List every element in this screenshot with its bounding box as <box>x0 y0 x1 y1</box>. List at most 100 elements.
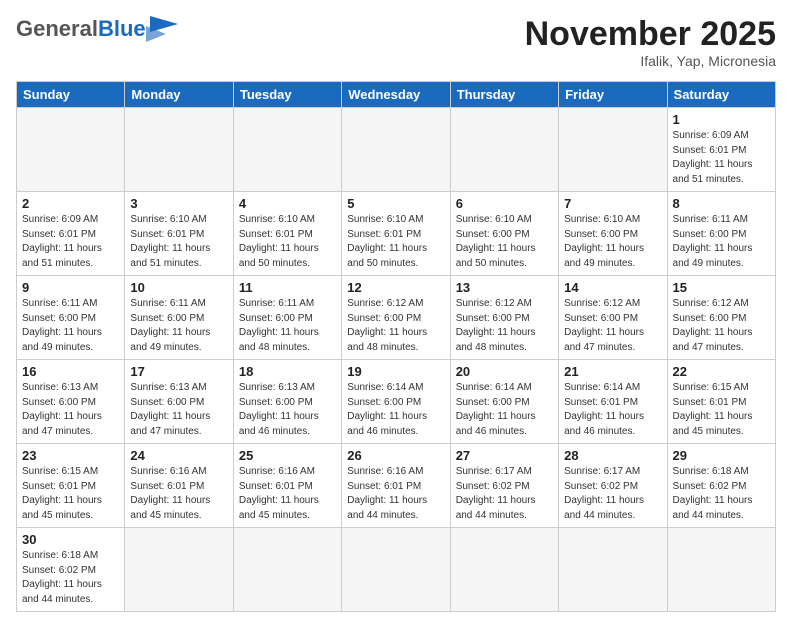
calendar-cell <box>667 528 775 612</box>
day-info: Sunrise: 6:17 AM Sunset: 6:02 PM Dayligh… <box>564 465 661 523</box>
day-header-wednesday: Wednesday <box>342 82 450 108</box>
location-subtitle: Ifalik, Yap, Micronesia <box>525 53 776 69</box>
calendar-cell: 28 Sunrise: 6:17 AM Sunset: 6:02 PM Dayli… <box>559 444 667 528</box>
calendar-cell: 7 Sunrise: 6:10 AM Sunset: 6:00 PM Daylig… <box>559 192 667 276</box>
calendar-cell: 26 Sunrise: 6:16 AM Sunset: 6:01 PM Dayli… <box>342 444 450 528</box>
calendar-week-row: 2Sunrise: 6:09 AM Sunset: 6:01 PM Daylig… <box>17 192 776 276</box>
day-info: Sunrise: 6:18 AM Sunset: 6:02 PM Dayligh… <box>673 465 770 523</box>
day-number: 27 <box>456 448 553 463</box>
day-info: Sunrise: 6:13 AM Sunset: 6:00 PM Dayligh… <box>130 381 227 439</box>
day-number: 3 <box>130 196 227 211</box>
day-number: 30 <box>22 532 119 547</box>
calendar-cell: 13 Sunrise: 6:12 AM Sunset: 6:00 PM Dayli… <box>450 276 558 360</box>
logo-general-text: General <box>16 16 98 42</box>
calendar-cell: 10 Sunrise: 6:11 AM Sunset: 6:00 PM Dayli… <box>125 276 233 360</box>
day-number: 20 <box>456 364 553 379</box>
day-info: Sunrise: 6:15 AM Sunset: 6:01 PM Dayligh… <box>22 465 119 523</box>
day-info: Sunrise: 6:10 AM Sunset: 6:00 PM Dayligh… <box>564 213 661 271</box>
day-number: 17 <box>130 364 227 379</box>
logo-blue-text: Blue <box>98 16 146 42</box>
day-number: 6 <box>456 196 553 211</box>
day-number: 14 <box>564 280 661 295</box>
day-info: Sunrise: 6:14 AM Sunset: 6:00 PM Dayligh… <box>456 381 553 439</box>
calendar-cell: 20 Sunrise: 6:14 AM Sunset: 6:00 PM Dayli… <box>450 360 558 444</box>
day-info: Sunrise: 6:11 AM Sunset: 6:00 PM Dayligh… <box>239 297 336 355</box>
calendar-cell: 1Sunrise: 6:09 AM Sunset: 6:01 PM Daylig… <box>667 108 775 192</box>
day-info: Sunrise: 6:16 AM Sunset: 6:01 PM Dayligh… <box>130 465 227 523</box>
day-header-monday: Monday <box>125 82 233 108</box>
day-info: Sunrise: 6:13 AM Sunset: 6:00 PM Dayligh… <box>22 381 119 439</box>
day-number: 1 <box>673 112 770 127</box>
calendar-cell: 30Sunrise: 6:18 AM Sunset: 6:02 PM Dayli… <box>17 528 125 612</box>
title-block: November 2025 Ifalik, Yap, Micronesia <box>525 16 776 69</box>
day-info: Sunrise: 6:12 AM Sunset: 6:00 PM Dayligh… <box>347 297 444 355</box>
day-number: 9 <box>22 280 119 295</box>
day-number: 10 <box>130 280 227 295</box>
calendar-cell: 5 Sunrise: 6:10 AM Sunset: 6:01 PM Daylig… <box>342 192 450 276</box>
calendar-cell: 23 Sunrise: 6:15 AM Sunset: 6:01 PM Dayli… <box>17 444 125 528</box>
calendar-table: SundayMondayTuesdayWednesdayThursdayFrid… <box>16 81 776 612</box>
calendar-cell: 21Sunrise: 6:14 AM Sunset: 6:01 PM Dayli… <box>559 360 667 444</box>
day-number: 23 <box>22 448 119 463</box>
day-number: 13 <box>456 280 553 295</box>
day-header-thursday: Thursday <box>450 82 558 108</box>
month-title: November 2025 <box>525 16 776 53</box>
day-number: 24 <box>130 448 227 463</box>
day-info: Sunrise: 6:12 AM Sunset: 6:00 PM Dayligh… <box>564 297 661 355</box>
calendar-cell <box>17 108 125 192</box>
calendar-cell <box>125 108 233 192</box>
calendar-cell: 22 Sunrise: 6:15 AM Sunset: 6:01 PM Dayli… <box>667 360 775 444</box>
day-number: 22 <box>673 364 770 379</box>
calendar-cell <box>559 528 667 612</box>
day-info: Sunrise: 6:10 AM Sunset: 6:01 PM Dayligh… <box>347 213 444 271</box>
day-info: Sunrise: 6:16 AM Sunset: 6:01 PM Dayligh… <box>347 465 444 523</box>
day-info: Sunrise: 6:14 AM Sunset: 6:00 PM Dayligh… <box>347 381 444 439</box>
logo-icon <box>146 16 178 42</box>
day-header-saturday: Saturday <box>667 82 775 108</box>
calendar-cell <box>233 108 341 192</box>
day-number: 2 <box>22 196 119 211</box>
calendar-cell: 8 Sunrise: 6:11 AM Sunset: 6:00 PM Daylig… <box>667 192 775 276</box>
day-info: Sunrise: 6:11 AM Sunset: 6:00 PM Dayligh… <box>673 213 770 271</box>
calendar-week-row: 9 Sunrise: 6:11 AM Sunset: 6:00 PM Daylig… <box>17 276 776 360</box>
day-info: Sunrise: 6:13 AM Sunset: 6:00 PM Dayligh… <box>239 381 336 439</box>
day-info: Sunrise: 6:11 AM Sunset: 6:00 PM Dayligh… <box>22 297 119 355</box>
calendar-cell <box>342 528 450 612</box>
calendar-cell: 25Sunrise: 6:16 AM Sunset: 6:01 PM Dayli… <box>233 444 341 528</box>
day-number: 8 <box>673 196 770 211</box>
day-number: 11 <box>239 280 336 295</box>
day-info: Sunrise: 6:10 AM Sunset: 6:01 PM Dayligh… <box>239 213 336 271</box>
calendar-cell: 4 Sunrise: 6:10 AM Sunset: 6:01 PM Daylig… <box>233 192 341 276</box>
calendar-cell: 6 Sunrise: 6:10 AM Sunset: 6:00 PM Daylig… <box>450 192 558 276</box>
day-info: Sunrise: 6:10 AM Sunset: 6:00 PM Dayligh… <box>456 213 553 271</box>
day-header-tuesday: Tuesday <box>233 82 341 108</box>
calendar-cell <box>342 108 450 192</box>
day-info: Sunrise: 6:10 AM Sunset: 6:01 PM Dayligh… <box>130 213 227 271</box>
calendar-cell <box>233 528 341 612</box>
day-number: 19 <box>347 364 444 379</box>
day-info: Sunrise: 6:17 AM Sunset: 6:02 PM Dayligh… <box>456 465 553 523</box>
calendar-cell: 12 Sunrise: 6:12 AM Sunset: 6:00 PM Dayli… <box>342 276 450 360</box>
day-number: 18 <box>239 364 336 379</box>
day-number: 12 <box>347 280 444 295</box>
day-info: Sunrise: 6:12 AM Sunset: 6:00 PM Dayligh… <box>673 297 770 355</box>
day-number: 26 <box>347 448 444 463</box>
calendar-cell: 18 Sunrise: 6:13 AM Sunset: 6:00 PM Dayli… <box>233 360 341 444</box>
day-number: 5 <box>347 196 444 211</box>
calendar-cell <box>125 528 233 612</box>
day-info: Sunrise: 6:15 AM Sunset: 6:01 PM Dayligh… <box>673 381 770 439</box>
day-number: 28 <box>564 448 661 463</box>
day-info: Sunrise: 6:14 AM Sunset: 6:01 PM Dayligh… <box>564 381 661 439</box>
calendar-cell: 2Sunrise: 6:09 AM Sunset: 6:01 PM Daylig… <box>17 192 125 276</box>
calendar-week-row: 16Sunrise: 6:13 AM Sunset: 6:00 PM Dayli… <box>17 360 776 444</box>
day-info: Sunrise: 6:12 AM Sunset: 6:00 PM Dayligh… <box>456 297 553 355</box>
calendar-cell: 9 Sunrise: 6:11 AM Sunset: 6:00 PM Daylig… <box>17 276 125 360</box>
calendar-cell: 14 Sunrise: 6:12 AM Sunset: 6:00 PM Dayli… <box>559 276 667 360</box>
day-number: 4 <box>239 196 336 211</box>
logo: General Blue <box>16 16 178 42</box>
calendar-week-row: 30Sunrise: 6:18 AM Sunset: 6:02 PM Dayli… <box>17 528 776 612</box>
day-number: 7 <box>564 196 661 211</box>
calendar-cell: 15Sunrise: 6:12 AM Sunset: 6:00 PM Dayli… <box>667 276 775 360</box>
calendar-cell: 27 Sunrise: 6:17 AM Sunset: 6:02 PM Dayli… <box>450 444 558 528</box>
day-info: Sunrise: 6:11 AM Sunset: 6:00 PM Dayligh… <box>130 297 227 355</box>
